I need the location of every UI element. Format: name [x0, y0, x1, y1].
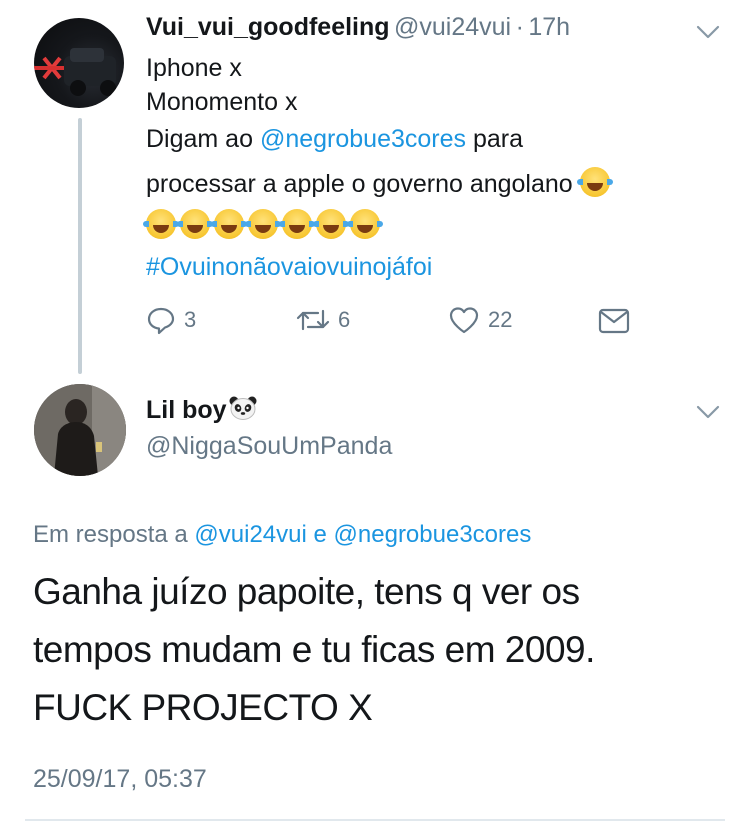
tweet2-text-line1: Ganha juízo papoite, tens q ver os [33, 571, 580, 612]
text-prefix: Digam ao [146, 125, 253, 153]
laughing-emoji-icon [313, 209, 349, 239]
tweet2-text-line3: FUCK PROJECTO X [33, 687, 373, 728]
user-handle[interactable]: @vui24vui [394, 13, 511, 41]
thread-line [78, 118, 82, 374]
laughing-emoji-icon [279, 209, 315, 239]
tweet2-name-row: Lil boy [146, 396, 257, 425]
reply-to-and[interactable]: e [314, 521, 327, 548]
laughing-emoji-icon [177, 209, 213, 239]
text-suffix: para [472, 125, 524, 153]
reply-icon [147, 307, 175, 335]
mention-link[interactable]: @negrobue3cores [260, 125, 466, 153]
chevron-down-icon[interactable] [696, 404, 720, 420]
avatar-lil-boy[interactable] [34, 384, 126, 476]
reply-action[interactable]: 3 [146, 305, 196, 335]
display-name[interactable]: Vui_vui_goodfeeling [146, 13, 390, 41]
retweet-icon [296, 309, 330, 331]
laughing-emoji-icon [211, 209, 247, 239]
reply-to-user-link[interactable]: @vui24vui [194, 521, 306, 548]
tweet-time[interactable]: 17h [528, 13, 570, 41]
avatar-vui-vui[interactable] [34, 18, 124, 108]
tweet2-text-line2: tempos mudam e tu ficas em 2009. [33, 629, 595, 670]
message-icon[interactable] [598, 307, 630, 335]
heart-icon [449, 307, 479, 334]
separator-dot: · [515, 13, 524, 41]
emoji-row [143, 209, 384, 239]
chevron-down-icon[interactable] [696, 24, 720, 40]
tweet1-line1: Iphone x [146, 54, 242, 82]
retweet-count: 6 [338, 307, 351, 332]
avatar-image [34, 384, 126, 476]
divider [25, 819, 725, 821]
reply-count: 3 [184, 307, 197, 332]
tweet1-header: Vui_vui_goodfeeling @vui24vui · 17h [146, 13, 570, 42]
hashtag-link[interactable]: #Ovuinonãovaiovuinojáfoi [146, 250, 432, 284]
panda-face-icon [229, 396, 257, 420]
laughing-emoji-icon [143, 209, 179, 239]
laughing-emoji-icon [576, 167, 613, 197]
tweet1-line4: processar a apple o governo angolano [146, 167, 614, 201]
retweet-action[interactable]: 6 [296, 305, 350, 335]
reply-to-user-link[interactable]: @negrobue3cores [334, 521, 532, 548]
tweet1-line3: Digam ao @negrobue3cores para [146, 122, 523, 156]
tweet1-line2: Monomento x [146, 88, 298, 116]
laughing-emoji-icon [347, 209, 383, 239]
laughing-emoji-icon [245, 209, 281, 239]
user-handle[interactable]: @NiggaSouUmPanda [146, 432, 392, 461]
reply-context: Em resposta a @vui24vui e @negrobue3core… [33, 521, 531, 549]
reply-to-prefix: Em resposta a [33, 521, 188, 548]
like-count: 22 [488, 307, 513, 332]
text-line: processar a apple o governo angolano [146, 170, 573, 198]
tweet-timestamp[interactable]: 25/09/17, 05:37 [33, 765, 207, 794]
avatar-image [34, 48, 116, 96]
like-action[interactable]: 22 [448, 305, 512, 335]
display-name[interactable]: Lil boy [146, 396, 227, 424]
